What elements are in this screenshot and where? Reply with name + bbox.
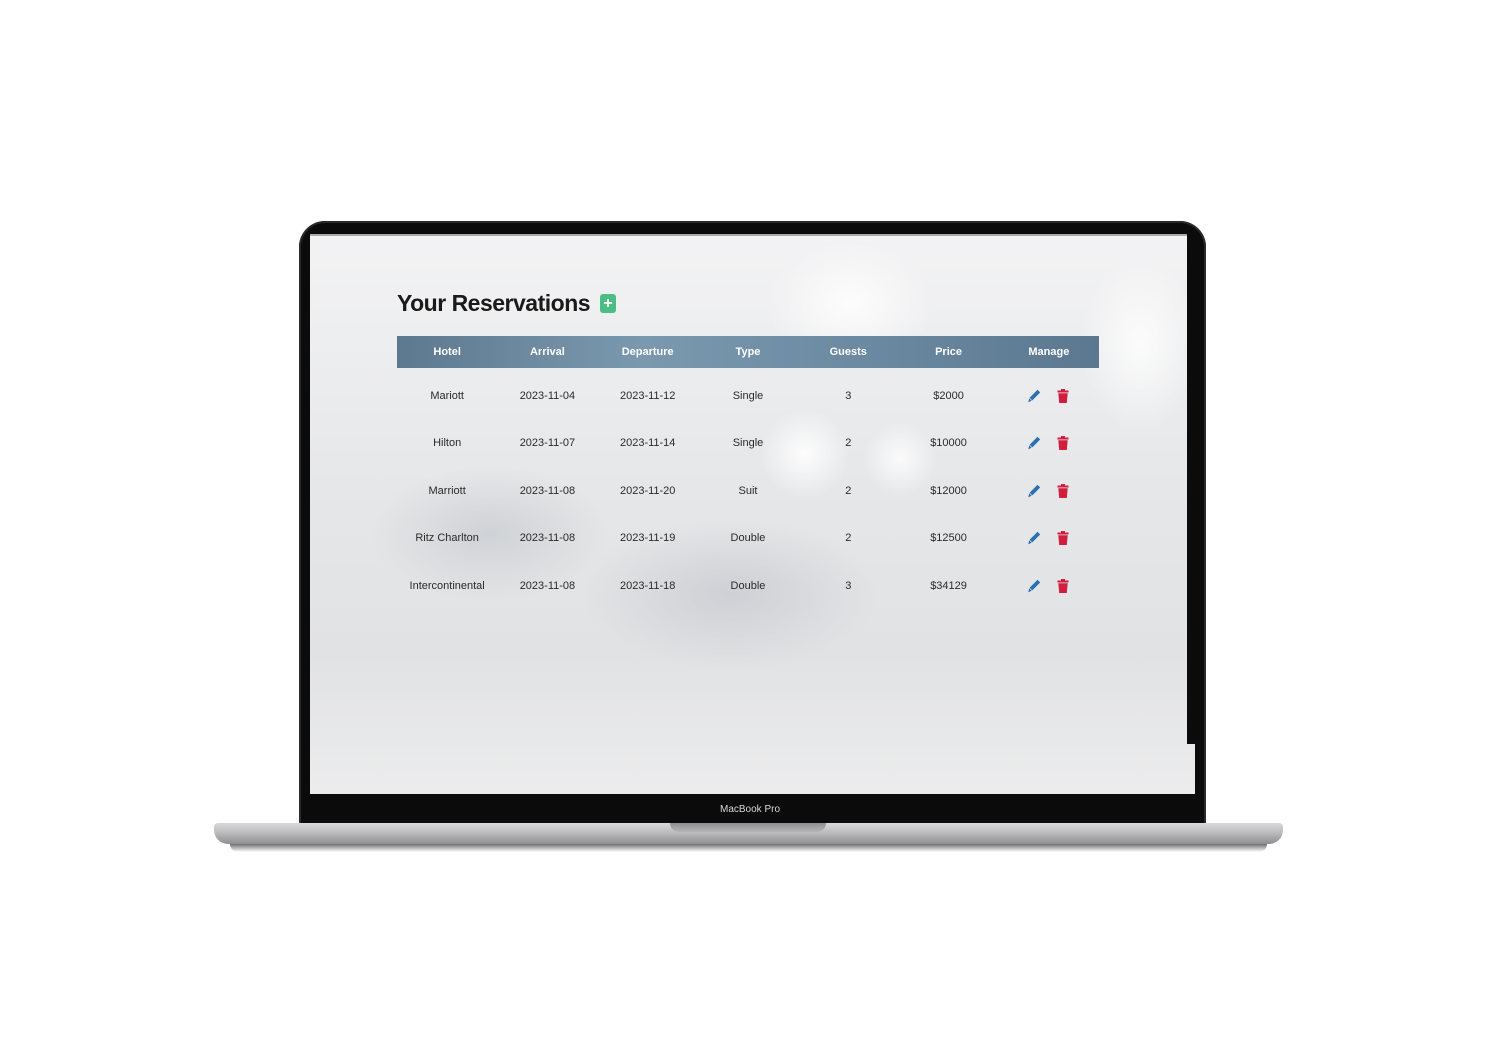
cell-price: $34129 xyxy=(930,579,967,592)
cell-hotel: Marriott xyxy=(428,484,466,497)
title-row: Your Reservations + xyxy=(397,290,617,317)
cell-arrival: 2023-11-04 xyxy=(519,389,576,402)
table-header-row: Hotel Arrival Departure Type Guests Pric… xyxy=(397,336,1099,368)
pencil-icon[interactable] xyxy=(1028,483,1042,499)
cell-manage xyxy=(999,467,1099,515)
column-header-arrival: Arrival xyxy=(529,346,565,358)
pencil-icon[interactable] xyxy=(1028,578,1042,594)
cell-price: $12000 xyxy=(930,484,967,497)
column-header-departure: Departure xyxy=(621,346,674,358)
cell-type: Double xyxy=(730,579,766,592)
page-title: Your Reservations xyxy=(397,290,591,316)
cell-arrival: 2023-11-08 xyxy=(519,484,576,497)
cell-arrival: 2023-11-07 xyxy=(519,437,576,450)
reservations-table: Hotel Arrival Departure Type Guests Pric… xyxy=(397,336,1099,610)
column-header-guests: Guests xyxy=(829,346,867,358)
cell-manage xyxy=(999,368,1099,420)
cell-manage xyxy=(999,420,1099,468)
table-row: Intercontinental 2023-11-08 2023-11-18 D… xyxy=(397,562,1099,610)
table-body: Mariott 2023-11-04 2023-11-12 Single 3 $… xyxy=(397,368,1099,610)
trash-icon[interactable] xyxy=(1056,530,1070,546)
trash-icon[interactable] xyxy=(1056,435,1070,451)
cell-departure: 2023-11-14 xyxy=(619,437,676,450)
cell-price: $10000 xyxy=(930,437,967,450)
pencil-icon[interactable] xyxy=(1028,435,1042,451)
cell-price: $2000 xyxy=(933,389,964,402)
table-row: Marriott 2023-11-08 2023-11-20 Suit 2 $1… xyxy=(397,467,1099,515)
cell-guests: 3 xyxy=(845,389,852,402)
cell-guests: 2 xyxy=(845,532,852,545)
table-row: Mariott 2023-11-04 2023-11-12 Single 3 $… xyxy=(397,368,1099,420)
column-header-type: Type xyxy=(735,346,761,358)
cell-departure: 2023-11-19 xyxy=(619,532,676,545)
cell-price: $12500 xyxy=(930,532,967,545)
column-header-manage: Manage xyxy=(1028,346,1070,358)
pencil-icon[interactable] xyxy=(1028,388,1042,404)
cell-departure: 2023-11-20 xyxy=(619,484,676,497)
app-screen: Your Reservations + Hotel Arrival Depart… xyxy=(310,234,1195,794)
cell-arrival: 2023-11-08 xyxy=(519,532,576,545)
table-row: Hilton 2023-11-07 2023-11-14 Single 2 $1… xyxy=(397,420,1099,468)
cell-manage xyxy=(999,515,1099,563)
trash-icon[interactable] xyxy=(1056,388,1070,404)
cell-guests: 3 xyxy=(845,579,852,592)
cell-hotel: Intercontinental xyxy=(409,579,485,592)
add-reservation-button[interactable]: + xyxy=(600,294,617,313)
pencil-icon[interactable] xyxy=(1028,530,1042,546)
cell-departure: 2023-11-18 xyxy=(619,579,676,592)
laptop-opening-notch xyxy=(670,823,826,832)
cell-guests: 2 xyxy=(845,437,852,450)
cell-guests: 2 xyxy=(845,484,852,497)
cell-type: Double xyxy=(730,532,766,545)
cell-type: Single xyxy=(732,437,764,450)
trash-icon[interactable] xyxy=(1056,578,1070,594)
trash-icon[interactable] xyxy=(1056,483,1070,499)
cell-manage xyxy=(999,562,1099,610)
cell-hotel: Mariott xyxy=(430,389,464,402)
laptop-mockup: Your Reservations + Hotel Arrival Depart… xyxy=(0,0,1500,1038)
cell-hotel: Hilton xyxy=(433,437,462,450)
device-brand-label: MacBook Pro xyxy=(719,804,781,815)
column-header-price: Price xyxy=(935,346,962,358)
table-row: Ritz Charlton 2023-11-08 2023-11-19 Doub… xyxy=(397,515,1099,563)
plus-icon: + xyxy=(603,294,613,312)
cell-hotel: Ritz Charlton xyxy=(415,532,479,545)
cell-type: Single xyxy=(732,389,764,402)
column-header-hotel: Hotel xyxy=(433,346,461,358)
cell-type: Suit xyxy=(738,484,758,497)
cell-departure: 2023-11-12 xyxy=(619,389,676,402)
cell-arrival: 2023-11-08 xyxy=(519,579,576,592)
